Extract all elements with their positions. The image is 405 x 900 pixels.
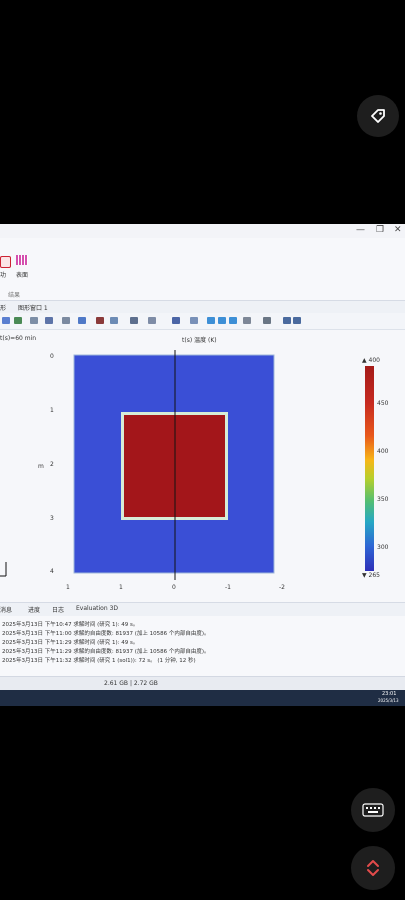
tab-graphics[interactable]: 图形窗口 1 [18,303,48,312]
colorbar-tick: 350 [377,496,389,503]
colorbar [365,366,374,571]
message-line: 2025年3月13日 下午10:47 求解时间 (研究 1): 49 s。 [2,622,139,628]
lower-tab-bar: 消息 进度 日志 Evaluation 3D [0,602,405,615]
clock-time: 23:01 [382,691,397,697]
memory-usage: 2.61 GB | 2.72 GB [104,680,158,687]
close-button[interactable]: ✕ [394,225,402,235]
x-tick: -1 [225,584,231,591]
restore-button[interactable]: ❐ [376,225,384,235]
y-tick: 3 [50,515,54,522]
minimize-button[interactable]: — [356,225,365,235]
study-icon[interactable] [0,256,11,268]
message-log: 2025年3月13日 下午10:47 求解时间 (研究 1): 49 s。 20… [0,616,405,676]
tab-messages[interactable]: 消息 [0,605,12,614]
colorbar-tick: 300 [377,544,389,551]
y-tick: 2 [50,461,54,468]
ribbon-btn1-label: 功 [0,272,7,279]
tab-left[interactable]: 形 [0,303,6,312]
rotate-icon[interactable] [45,317,53,324]
keyboard-icon [362,803,384,817]
keyboard-button[interactable] [351,788,395,832]
zoom-icon[interactable] [2,317,10,324]
status-bar: 2.61 GB | 2.72 GB [0,676,405,691]
message-line: 2025年3月13日 下午11:32 求解时间 (研究 1 (sol1)): 7… [2,658,196,664]
x-tick: -2 [279,584,285,591]
light-icon[interactable] [148,317,156,324]
pan-icon[interactable] [62,317,70,324]
expand-icon [367,860,379,876]
y-axis-label: m [38,463,44,470]
tab-evaluation[interactable]: Evaluation 3D [76,605,118,612]
zoom-box-icon[interactable] [14,317,22,324]
window-titlebar: — ❐ ✕ [0,224,405,238]
graphics-toolbar [0,313,405,330]
surface-plot-icon[interactable] [16,255,28,265]
grid-icon[interactable] [30,317,38,324]
y-tick: 1 [50,407,54,414]
graphics-canvas[interactable]: t(s)=60 min t(s) 温度 (K) 0 1 2 3 4 m 1 1 … [0,330,405,606]
tab-log[interactable]: 日志 [52,605,64,614]
x-tick: 1 [66,584,70,591]
render2-icon[interactable] [218,317,226,324]
colorbar-min: ▼ 265 [362,572,380,579]
ribbon-group-label: 结果 [8,292,21,299]
tag-icon [371,109,385,123]
y-tick: 0 [50,353,54,360]
colorbar-max: ▲ 400 [362,357,380,364]
settings-icon[interactable] [263,317,271,324]
message-line: 2025年3月13日 下午11:29 求解的自由度数: 81937 (加上 10… [2,649,210,655]
colorbar-tick: 400 [377,448,389,455]
x-tick: 0 [172,584,176,591]
transparency-icon[interactable] [172,317,180,324]
render-icon[interactable] [207,317,215,324]
taskbar: 23:01 2025/3/13 [0,690,405,706]
clock-date: 2025/3/13 [378,698,399,703]
camera-icon[interactable] [130,317,138,324]
export-icon[interactable] [283,317,291,324]
x-tick: 1 [119,584,123,591]
temperature-plot[interactable]: 0 1 2 3 4 m 1 1 0 -1 -2 [0,330,405,606]
message-line: 2025年3月13日 下午11:00 求解的自由度数: 81937 (加上 10… [2,631,210,637]
scene-light-icon[interactable] [96,317,104,324]
tag-button[interactable] [357,95,399,137]
wireframe-icon[interactable] [190,317,198,324]
tab-progress[interactable]: 进度 [28,605,40,614]
ribbon-btn2-label: 表面 [16,272,29,279]
render3-icon[interactable] [229,317,237,324]
screen-photo: — ❐ ✕ 功 表面 结果 形 图形窗口 1 t(s)=60 min t(s) … [0,224,405,706]
print-icon[interactable] [293,317,301,324]
ribbon: 功 表面 结果 [0,238,405,301]
message-line: 2025年3月13日 下午11:29 求解时间 (研究 1): 49 s。 [2,640,139,646]
view-icon[interactable] [110,317,118,324]
tab-bar: 形 图形窗口 1 [0,301,405,313]
y-tick: 4 [50,568,54,575]
select-icon[interactable] [78,317,86,324]
expand-button[interactable] [351,846,395,890]
colorbar-tick: 450 [377,400,389,407]
image-snapshot-icon[interactable] [243,317,251,324]
